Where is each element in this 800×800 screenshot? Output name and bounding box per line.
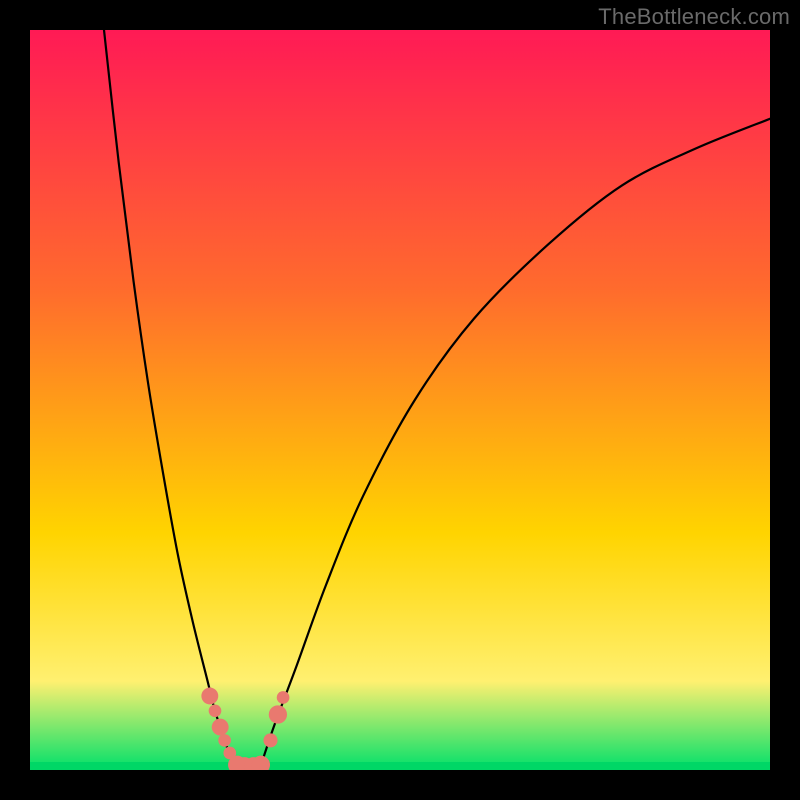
chart-svg [30,30,770,770]
data-marker [277,691,290,704]
chart-frame: TheBottleneck.com [0,0,800,800]
watermark-text: TheBottleneck.com [598,4,790,30]
data-marker [209,704,222,717]
data-marker [269,705,287,723]
data-marker [263,733,277,747]
plot-area [30,30,770,770]
baseline-band [30,762,770,770]
data-marker [212,719,229,736]
data-marker [218,734,231,747]
chart-background [30,30,770,770]
data-marker [201,688,218,705]
